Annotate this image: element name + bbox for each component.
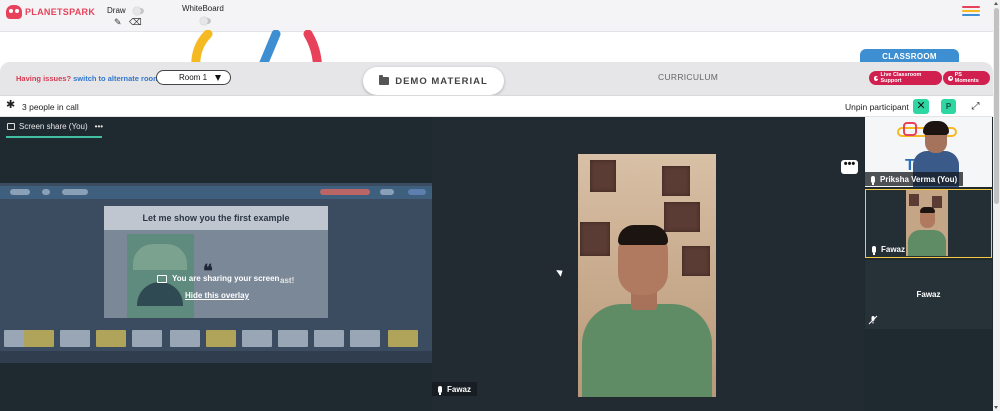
- participant-name: Fawaz: [447, 384, 472, 394]
- sharing-notice: You are sharing your screen: [157, 274, 279, 283]
- microphone-icon: [438, 385, 442, 395]
- eraser-icon[interactable]: ⌫: [129, 18, 142, 27]
- live-support-label: Live Classroom Support: [880, 72, 922, 84]
- gear-icon[interactable]: ✱: [6, 100, 15, 111]
- microphone-icon: [871, 175, 875, 185]
- issues-notice: Having issues? switch to alternate room: [16, 74, 160, 83]
- draw-label: Draw: [107, 6, 126, 15]
- participant-video-main: [578, 154, 716, 397]
- draw-toggle[interactable]: [133, 7, 144, 15]
- shared-app-header: [0, 186, 432, 199]
- ps-moments-label: PS Moments: [954, 72, 979, 84]
- caret-down-icon: [215, 75, 221, 81]
- self-name-tag: Priksha Verma (You): [865, 172, 964, 186]
- shared-screen-preview: Let me show you the first example ❝ ast!: [0, 183, 432, 363]
- slide-title: Let me show you the first example: [104, 206, 328, 230]
- folder-icon: [379, 75, 390, 85]
- close-icon: ✕: [916, 100, 926, 112]
- sharing-notice-text: You are sharing your screen: [172, 274, 280, 283]
- screen-share-icon: [157, 274, 167, 283]
- support-icon: [874, 75, 879, 81]
- people-in-call-count: 3 people in call: [22, 102, 79, 112]
- participant-name-tag: Fawaz: [432, 382, 478, 396]
- pencil-icon[interactable]: ✎: [114, 18, 122, 27]
- more-options-icon[interactable]: •••: [95, 122, 103, 131]
- participant-p-button[interactable]: P: [941, 99, 956, 114]
- moments-icon: [948, 75, 953, 81]
- shared-app-footer: [0, 351, 432, 363]
- brand-logo[interactable]: PLANETSPARK: [6, 5, 95, 19]
- issues-text: Having issues?: [16, 74, 72, 83]
- top-toolbar: PLANETSPARK Draw ✎ ⌫ WhiteBoard: [0, 0, 993, 32]
- call-header: ✱ 3 people in call Unpin participant ✕ P…: [0, 95, 993, 117]
- tab-curriculum[interactable]: CURRICULUM: [658, 72, 718, 82]
- room-select[interactable]: Room 1: [156, 70, 231, 85]
- app-root: PLANETSPARK Draw ✎ ⌫ WhiteBoard CLASSROO…: [0, 0, 1000, 411]
- unpin-button[interactable]: ✕: [913, 99, 929, 114]
- tile2-name-tag: Fawaz: [866, 242, 911, 256]
- alternate-room-link[interactable]: switch to alternate room: [73, 74, 160, 83]
- room-select-value: Room 1: [179, 73, 208, 82]
- participant-tile-active[interactable]: Fawaz: [865, 189, 992, 258]
- screen-share-tab[interactable]: Screen share (You) •••: [7, 122, 103, 131]
- slide-text-fragment: ast!: [280, 276, 295, 285]
- scrollbar-thumb[interactable]: [994, 8, 999, 204]
- screen-share-pane: Screen share (You) ••• Let me show you t…: [0, 117, 432, 411]
- self-name: Priksha Verma (You): [880, 174, 958, 184]
- demo-material-button[interactable]: DEMO MATERIAL: [363, 67, 504, 95]
- page-scrollbar[interactable]: [993, 0, 1000, 411]
- scroll-down-icon[interactable]: [994, 406, 998, 409]
- screen-icon: [7, 123, 15, 130]
- screen-share-tab-label: Screen share (You): [19, 122, 88, 131]
- call-stage: Screen share (You) ••• Let me show you t…: [0, 117, 993, 411]
- ps-moments-button[interactable]: PS Moments: [943, 71, 990, 85]
- participant-tile-self[interactable]: TO Priksha Verma (You): [865, 117, 992, 187]
- whiteboard-label: WhiteBoard: [182, 4, 224, 13]
- participant-video-thumb: [906, 190, 948, 256]
- more-options-button[interactable]: •••: [841, 159, 858, 174]
- slide-thumbnail-strip: [0, 329, 432, 349]
- tab-active-underline: [6, 136, 102, 138]
- tile3-name: Fawaz: [916, 290, 941, 299]
- participant-list: TO Priksha Verma (You) Fawaz: [864, 117, 993, 411]
- participant-tile-no-video[interactable]: Fawaz: [865, 260, 992, 329]
- brand-name: PLANETSPARK: [25, 7, 96, 17]
- scroll-up-icon[interactable]: [994, 2, 998, 5]
- demo-material-label: DEMO MATERIAL: [395, 75, 488, 87]
- main-video-pane: ••• Fawaz: [432, 117, 864, 411]
- tile2-name: Fawaz: [881, 244, 906, 254]
- whiteboard-toggle[interactable]: [200, 17, 211, 25]
- microphone-icon: [872, 245, 876, 255]
- hamburger-menu-icon[interactable]: [962, 6, 980, 16]
- brand-logo-icon: [6, 5, 22, 19]
- expand-icon[interactable]: ⤢: [968, 99, 983, 114]
- live-classroom-support-button[interactable]: Live Classroom Support: [869, 71, 942, 85]
- unpin-participant-label: Unpin participant: [845, 102, 909, 112]
- hide-overlay-link[interactable]: Hide this overlay: [185, 291, 249, 300]
- mic-muted-icon: [868, 315, 878, 325]
